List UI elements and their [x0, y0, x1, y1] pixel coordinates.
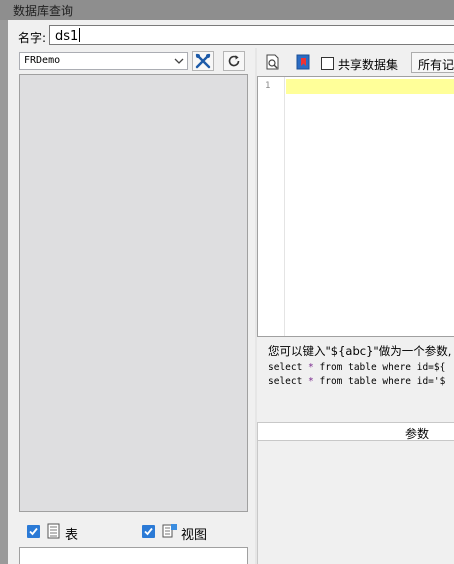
- share-dataset-label: 共享数据集: [338, 58, 399, 72]
- tools-icon: [195, 53, 211, 69]
- refresh-button[interactable]: [223, 51, 245, 71]
- sql-toolbar: 共享数据集 所有记: [257, 48, 454, 74]
- chevron-down-icon: [174, 58, 184, 64]
- object-list-box: [19, 547, 248, 564]
- line-number: 1: [265, 81, 271, 91]
- hint-example-2: select * from table where id='$: [268, 376, 446, 387]
- window-title: 数据库查询: [13, 4, 74, 18]
- table-icon: [47, 523, 60, 539]
- parameters-table[interactable]: [257, 441, 454, 564]
- sql-panel: 共享数据集 所有记 1 您可以键入"${abc}"做为一个参数, select …: [257, 48, 454, 564]
- hint-example-1: select * from table where id=${: [268, 362, 446, 373]
- name-value: ds1: [55, 29, 79, 44]
- view-icon: [162, 524, 177, 538]
- hint-text: 您可以键入"${abc}"做为一个参数,: [268, 344, 452, 358]
- name-input[interactable]: ds1: [49, 25, 454, 45]
- tables-label: 表: [65, 528, 79, 543]
- datasource-panel: FRDemo 表 视图: [17, 48, 257, 564]
- all-records-button[interactable]: 所有记: [411, 52, 454, 73]
- parameters-header: 参数: [257, 422, 454, 441]
- preview-icon[interactable]: [265, 54, 281, 70]
- datasource-value: FRDemo: [24, 55, 61, 66]
- line-gutter: 1: [258, 77, 285, 336]
- share-dataset-checkbox[interactable]: [321, 57, 334, 70]
- refresh-icon: [228, 55, 240, 67]
- table-tree[interactable]: [19, 74, 248, 512]
- object-filter-row: 表 视图: [19, 520, 248, 544]
- parameters-label: 参数: [405, 427, 430, 441]
- check-icon: [29, 527, 38, 536]
- tables-checkbox[interactable]: [27, 525, 40, 538]
- datasource-select[interactable]: FRDemo: [19, 52, 188, 70]
- sql-editor[interactable]: 1: [257, 76, 454, 337]
- connection-settings-button[interactable]: [192, 51, 214, 71]
- views-label: 视图: [181, 528, 208, 543]
- window-titlebar: 数据库查询: [0, 0, 454, 20]
- check-icon: [144, 527, 153, 536]
- current-line-highlight: [286, 79, 454, 94]
- name-label: 名字:: [18, 31, 47, 45]
- text-caret: [79, 28, 81, 42]
- views-checkbox[interactable]: [142, 525, 155, 538]
- parameter-hint: 您可以键入"${abc}"做为一个参数, select * from table…: [268, 343, 454, 389]
- dialog-body: 名字: ds1 FRDemo 表 视图 共享数据集 所有记 1 您可以键入"${…: [8, 20, 454, 564]
- param-bookmark-icon[interactable]: [295, 54, 311, 70]
